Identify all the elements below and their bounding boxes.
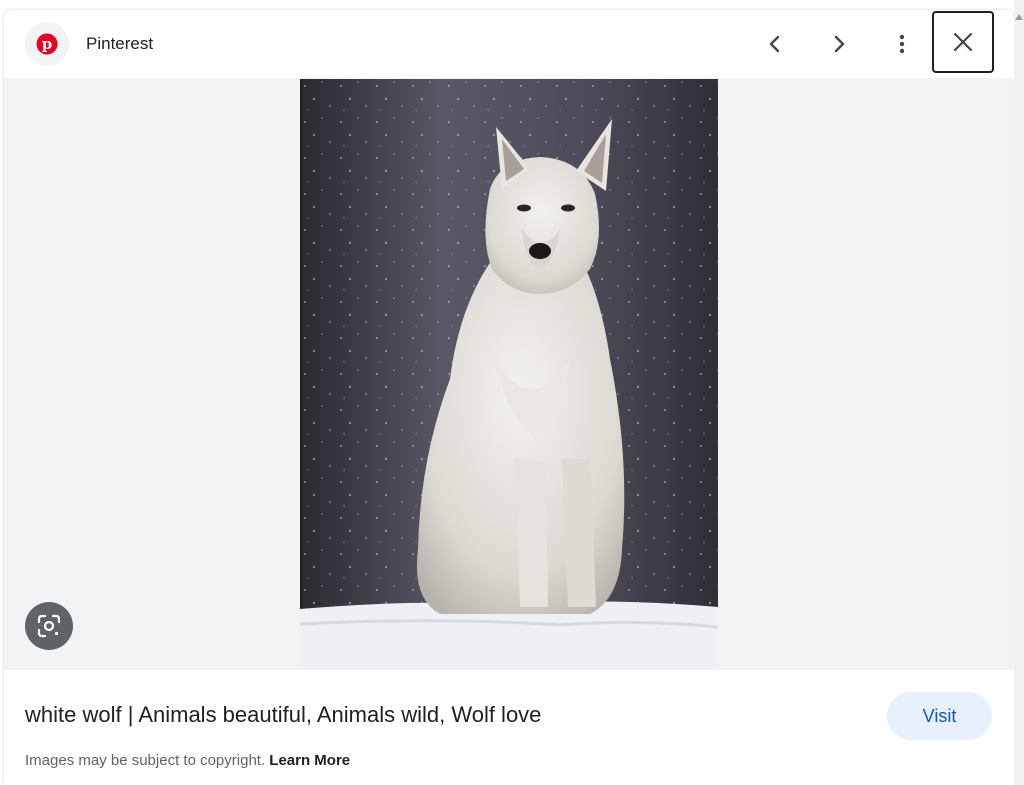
chevron-right-icon bbox=[834, 35, 845, 53]
visit-button[interactable]: Visit bbox=[887, 692, 992, 740]
more-vert-icon bbox=[899, 34, 905, 54]
learn-more-link[interactable]: Learn More bbox=[269, 752, 350, 769]
site-name[interactable]: Pinterest bbox=[86, 34, 153, 54]
google-lens-button[interactable] bbox=[25, 602, 73, 650]
previous-image-button[interactable] bbox=[751, 20, 799, 68]
page-scrollbar[interactable] bbox=[1014, 0, 1024, 785]
google-lens-icon bbox=[37, 614, 61, 638]
wolf-illustration bbox=[300, 79, 718, 669]
pinterest-logo-glyph: p bbox=[36, 33, 58, 55]
preview-header: p Pinterest bbox=[4, 10, 1014, 78]
image-preview-panel: p Pinterest white wolf | Animals beautif… bbox=[4, 10, 1014, 785]
scroll-up-arrow-icon[interactable] bbox=[1015, 14, 1023, 20]
image-title[interactable]: white wolf | Animals beautiful, Animals … bbox=[25, 702, 541, 728]
wolf-image[interactable] bbox=[300, 79, 718, 669]
copyright-notice: Images may be subject to copyright. Lear… bbox=[25, 752, 350, 769]
preview-footer: white wolf | Animals beautiful, Animals … bbox=[4, 670, 1014, 785]
image-stage bbox=[4, 78, 1014, 670]
close-icon bbox=[953, 32, 973, 52]
more-options-button[interactable] bbox=[878, 20, 926, 68]
next-image-button[interactable] bbox=[815, 20, 863, 68]
pinterest-logo-icon[interactable]: p bbox=[25, 22, 69, 66]
svg-text:p: p bbox=[42, 35, 53, 53]
chevron-left-icon bbox=[769, 35, 780, 53]
copyright-text: Images may be subject to copyright. bbox=[25, 752, 266, 769]
close-button[interactable] bbox=[932, 11, 994, 73]
